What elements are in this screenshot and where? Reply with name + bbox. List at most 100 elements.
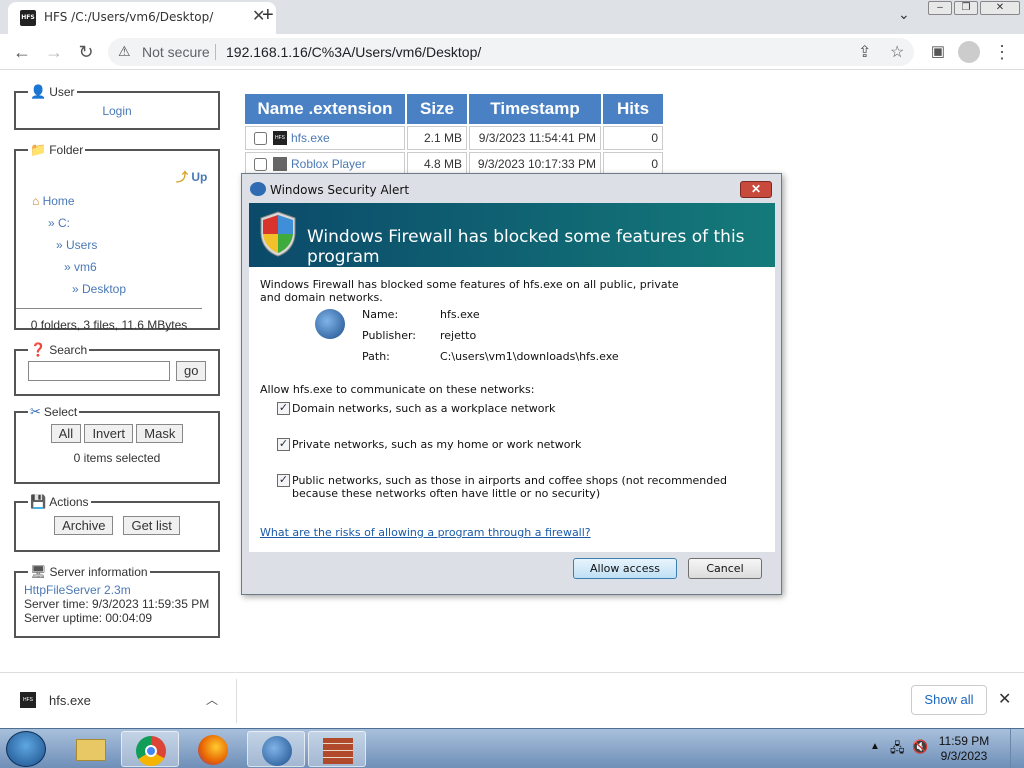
get-list-button[interactable]: Get list (123, 516, 180, 535)
domain-networks-label[interactable]: Domain networks, such as a workplace net… (292, 402, 555, 415)
windows-security-alert-dialog: Windows Security Alert ✕ Windows Firewal… (241, 173, 782, 595)
private-networks-label[interactable]: Private networks, such as my home or wor… (292, 438, 581, 451)
file-name-link[interactable]: hfs.exe (291, 131, 330, 145)
security-status[interactable]: Not secure (142, 44, 210, 60)
breadcrumb-vm6[interactable]: » vm6 (64, 260, 97, 274)
url-text[interactable]: 192.168.1.16/C%3A/Users/vm6/Desktop/ (226, 44, 481, 60)
file-checkbox[interactable] (254, 131, 267, 145)
hfs-download-icon: HFS (20, 692, 36, 708)
bookmark-star-icon[interactable]: ☆ (890, 42, 904, 62)
dialog-banner-text: Windows Firewall has blocked some featur… (307, 227, 745, 267)
breadcrumb-users[interactable]: » Users (56, 238, 97, 252)
chrome-taskbar-icon[interactable] (121, 731, 179, 767)
select-legend: Select (43, 405, 78, 419)
profile-avatar-icon[interactable] (958, 41, 980, 63)
search-panel: ❓ Search go (14, 342, 220, 396)
warning-triangle-icon[interactable]: ⚠ (118, 43, 131, 60)
server-icon: 🖥 (30, 564, 47, 579)
file-explorer-taskbar-icon[interactable] (62, 731, 120, 767)
search-legend: Search (49, 343, 88, 357)
public-networks-label-line1[interactable]: Public networks, such as those in airpor… (292, 474, 727, 487)
user-icon: 👤 (30, 84, 47, 99)
search-input[interactable] (28, 361, 170, 381)
new-tab-icon[interactable]: + (262, 4, 274, 27)
cancel-button[interactable]: Cancel (688, 558, 762, 579)
firefox-taskbar-icon[interactable] (184, 731, 242, 767)
tab-title: HFS /C:/Users/vm6/Desktop/ (44, 10, 214, 24)
invert-selection-button[interactable]: Invert (84, 424, 133, 443)
tab-search-chevron-icon[interactable]: ⌄ (898, 6, 910, 23)
close-download-bar-icon[interactable]: ✕ (998, 689, 1011, 709)
firewall-app-icon (250, 182, 266, 196)
show-hidden-icons-icon[interactable]: ▲ (870, 741, 880, 752)
clock-time: 11:59 PM (938, 734, 990, 748)
table-row: HFS hfs.exe 2.1 MB 9/3/2023 11:54:41 PM 0 (245, 126, 663, 150)
browser-tab[interactable]: HFS HFS /C:/Users/vm6/Desktop/ ✕ (8, 2, 276, 34)
chevron-up-icon[interactable]: ︿ (206, 691, 218, 708)
file-name-link[interactable]: Roblox Player (291, 157, 366, 171)
publisher-value: rejetto (440, 329, 477, 342)
breadcrumb-c[interactable]: » C: (48, 216, 70, 230)
network-icon[interactable]: 🖧 (890, 739, 905, 761)
public-networks-checkbox[interactable]: ✓ (277, 474, 290, 487)
download-filename[interactable]: hfs.exe (49, 693, 91, 708)
name-label: Name: (362, 308, 399, 321)
security-shield-icon (260, 211, 296, 257)
private-networks-checkbox[interactable]: ✓ (277, 438, 290, 451)
browser-menu-icon[interactable]: ⋮ (992, 42, 1012, 63)
taskbar-clock[interactable]: 11:59 PM 9/3/2023 (932, 734, 996, 764)
help-icon: ❓ (30, 342, 47, 357)
address-bar[interactable]: ⚠ Not secure 192.168.1.16/C%3A/Users/vm6… (108, 38, 914, 66)
dialog-title: Windows Security Alert (270, 183, 410, 197)
user-legend: User (49, 85, 75, 99)
archive-button[interactable]: Archive (54, 516, 114, 535)
actions-panel: 💾 Actions Archive Get list (14, 494, 220, 552)
public-networks-label-line2[interactable]: because these networks often have little… (292, 487, 600, 500)
reload-icon[interactable]: ↻ (76, 42, 96, 63)
file-hits: 0 (603, 126, 663, 150)
file-checkbox[interactable] (254, 157, 267, 171)
column-name-header[interactable]: Name .extension (245, 94, 405, 124)
column-hits-header[interactable]: Hits (603, 94, 663, 124)
publisher-label: Publisher: (362, 329, 417, 342)
dialog-body: Windows Firewall has blocked some featur… (249, 267, 775, 552)
hfs-file-icon: HFS (273, 131, 287, 146)
back-arrow-icon[interactable]: ← (12, 42, 32, 63)
breadcrumb-desktop[interactable]: » Desktop (72, 282, 126, 296)
volume-muted-icon[interactable]: 🔇 (912, 739, 928, 755)
up-button[interactable]: ⤴ Up (176, 168, 207, 185)
start-button-icon[interactable] (6, 731, 46, 767)
download-bar: HFS hfs.exe ︿ Show all ✕ (0, 672, 1024, 728)
close-window-icon[interactable]: ✕ (980, 1, 1020, 15)
select-all-button[interactable]: All (50, 424, 82, 443)
dialog-close-icon[interactable]: ✕ (740, 181, 772, 198)
show-desktop-button[interactable] (1010, 729, 1024, 768)
folder-summary: 0 folders, 3 files, 11.6 MBytes (30, 318, 188, 332)
firewall-taskbar-icon[interactable] (308, 731, 366, 767)
user-panel: 👤 User Login (14, 84, 220, 130)
share-icon[interactable]: ⇪ (858, 42, 871, 62)
allow-access-button[interactable]: Allow access (573, 558, 677, 579)
login-link[interactable]: Login (102, 104, 131, 118)
forward-arrow-icon[interactable]: → (44, 42, 64, 63)
name-value: hfs.exe (440, 308, 480, 321)
firewall-risks-link[interactable]: What are the risks of allowing a program… (260, 526, 591, 539)
restore-window-icon[interactable]: ❐ (954, 1, 978, 15)
folder-panel: 📁 Folder ⤴ Up ⌂ Home » C: » Users » vm6 »… (14, 142, 220, 332)
column-size-header[interactable]: Size (407, 94, 467, 124)
file-size: 2.1 MB (407, 126, 467, 150)
column-timestamp-header[interactable]: Timestamp (469, 94, 601, 124)
home-link[interactable]: ⌂ Home (32, 194, 75, 208)
scissors-icon: ✂ (30, 404, 41, 419)
server-info-panel: 🖥 Server information HttpFileServer 2.3m … (14, 564, 220, 638)
mask-button[interactable]: Mask (136, 424, 184, 443)
search-go-button[interactable]: go (176, 361, 207, 381)
folder-legend: Folder (49, 143, 84, 157)
minimize-window-icon[interactable]: – (928, 1, 952, 15)
domain-networks-checkbox[interactable]: ✓ (277, 402, 290, 415)
show-all-downloads-button[interactable]: Show all (911, 685, 987, 715)
hfs-taskbar-icon[interactable] (247, 731, 305, 767)
side-panel-icon[interactable]: ▣ (928, 42, 948, 60)
hfs-version-link[interactable]: HttpFileServer 2.3m (24, 583, 210, 597)
server-time: Server time: 9/3/2023 11:59:35 PM (24, 597, 210, 611)
